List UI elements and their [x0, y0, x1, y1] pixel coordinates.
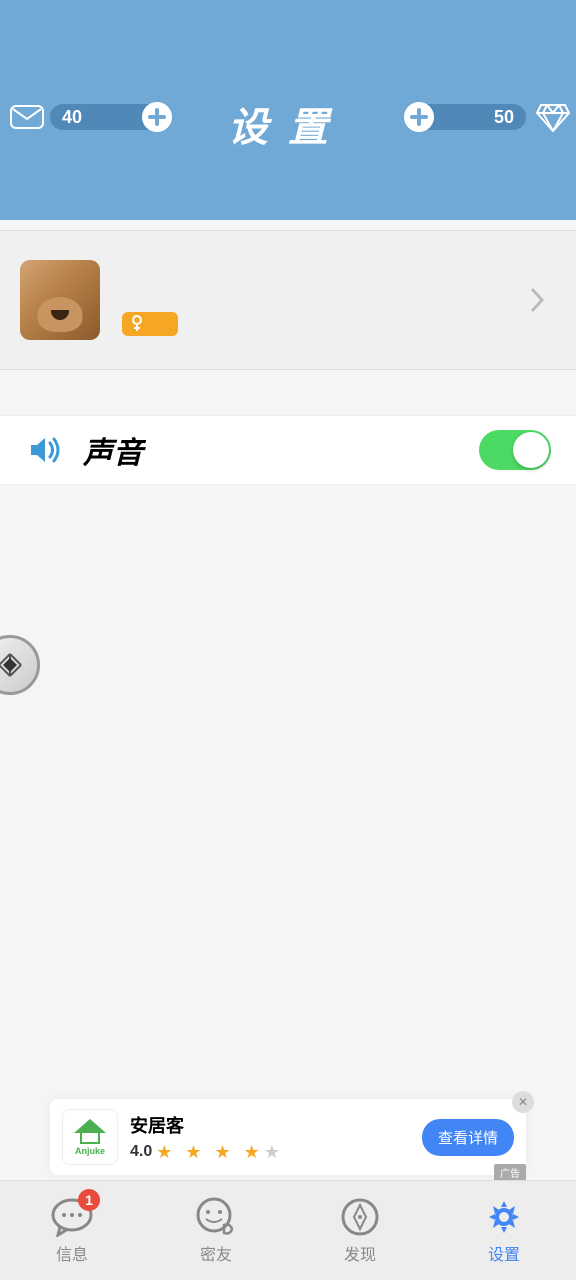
- smile-icon: [194, 1197, 238, 1237]
- tabbar: 1 信息 密友 发现 设置: [0, 1180, 576, 1280]
- toggle-knob: [513, 432, 549, 468]
- tab-label: 发现: [344, 1241, 376, 1265]
- tab-label: 设置: [488, 1241, 520, 1265]
- tab-label: 信息: [56, 1241, 88, 1265]
- sound-label: 声音: [83, 428, 143, 472]
- ad-close-button[interactable]: ✕: [512, 1091, 534, 1113]
- play-icon: [0, 650, 25, 680]
- tab-label: 密友: [200, 1241, 232, 1265]
- star-empty-icon: ★: [264, 1142, 280, 1163]
- chevron-right-icon: [528, 285, 546, 315]
- header: 设置 40 50: [0, 0, 576, 220]
- ad-info: 安居客 4.0 ★ ★ ★ ★ ★: [130, 1112, 280, 1163]
- profile-row[interactable]: [0, 230, 576, 370]
- ad-score: 4.0: [130, 1143, 152, 1161]
- coins-left-value: 40: [50, 107, 82, 128]
- tab-settings[interactable]: 设置: [432, 1181, 576, 1280]
- gender-badge: [122, 312, 178, 336]
- compass-icon: [338, 1197, 382, 1237]
- coins-left-pill[interactable]: 40: [50, 104, 170, 130]
- female-icon: [130, 315, 144, 333]
- avatar: [20, 260, 100, 340]
- tab-messages[interactable]: 1 信息: [0, 1181, 144, 1280]
- add-coins-right-icon[interactable]: [404, 102, 434, 132]
- tab-friends[interactable]: 密友: [144, 1181, 288, 1280]
- sound-row: 声音: [0, 415, 576, 485]
- ad-brand-text: Anjuke: [75, 1146, 105, 1156]
- mail-icon[interactable]: [10, 105, 44, 129]
- page-title: 设置: [0, 0, 576, 153]
- floating-button[interactable]: [0, 635, 40, 695]
- diamond-icon[interactable]: [535, 103, 571, 133]
- ad-rating: 4.0 ★ ★ ★ ★ ★: [130, 1142, 280, 1163]
- sound-toggle[interactable]: [479, 430, 551, 470]
- ad-cta-button[interactable]: 查看详情: [422, 1119, 514, 1156]
- tab-discover[interactable]: 发现: [288, 1181, 432, 1280]
- messages-badge: 1: [78, 1189, 100, 1211]
- gear-icon: [482, 1197, 526, 1237]
- coins-right-value: 50: [494, 107, 526, 128]
- add-coins-left-icon[interactable]: [142, 102, 172, 132]
- ad-tag: 广告: [494, 1164, 526, 1181]
- star-icon: ★ ★ ★ ★: [156, 1142, 264, 1163]
- coins-right-pill[interactable]: 50: [406, 104, 526, 130]
- sound-icon: [25, 431, 63, 469]
- ad-banner[interactable]: Anjuke 安居客 4.0 ★ ★ ★ ★ ★ 查看详情 ✕ 广告: [50, 1099, 526, 1175]
- ad-title: 安居客: [130, 1112, 280, 1138]
- ad-app-icon: Anjuke: [62, 1109, 118, 1165]
